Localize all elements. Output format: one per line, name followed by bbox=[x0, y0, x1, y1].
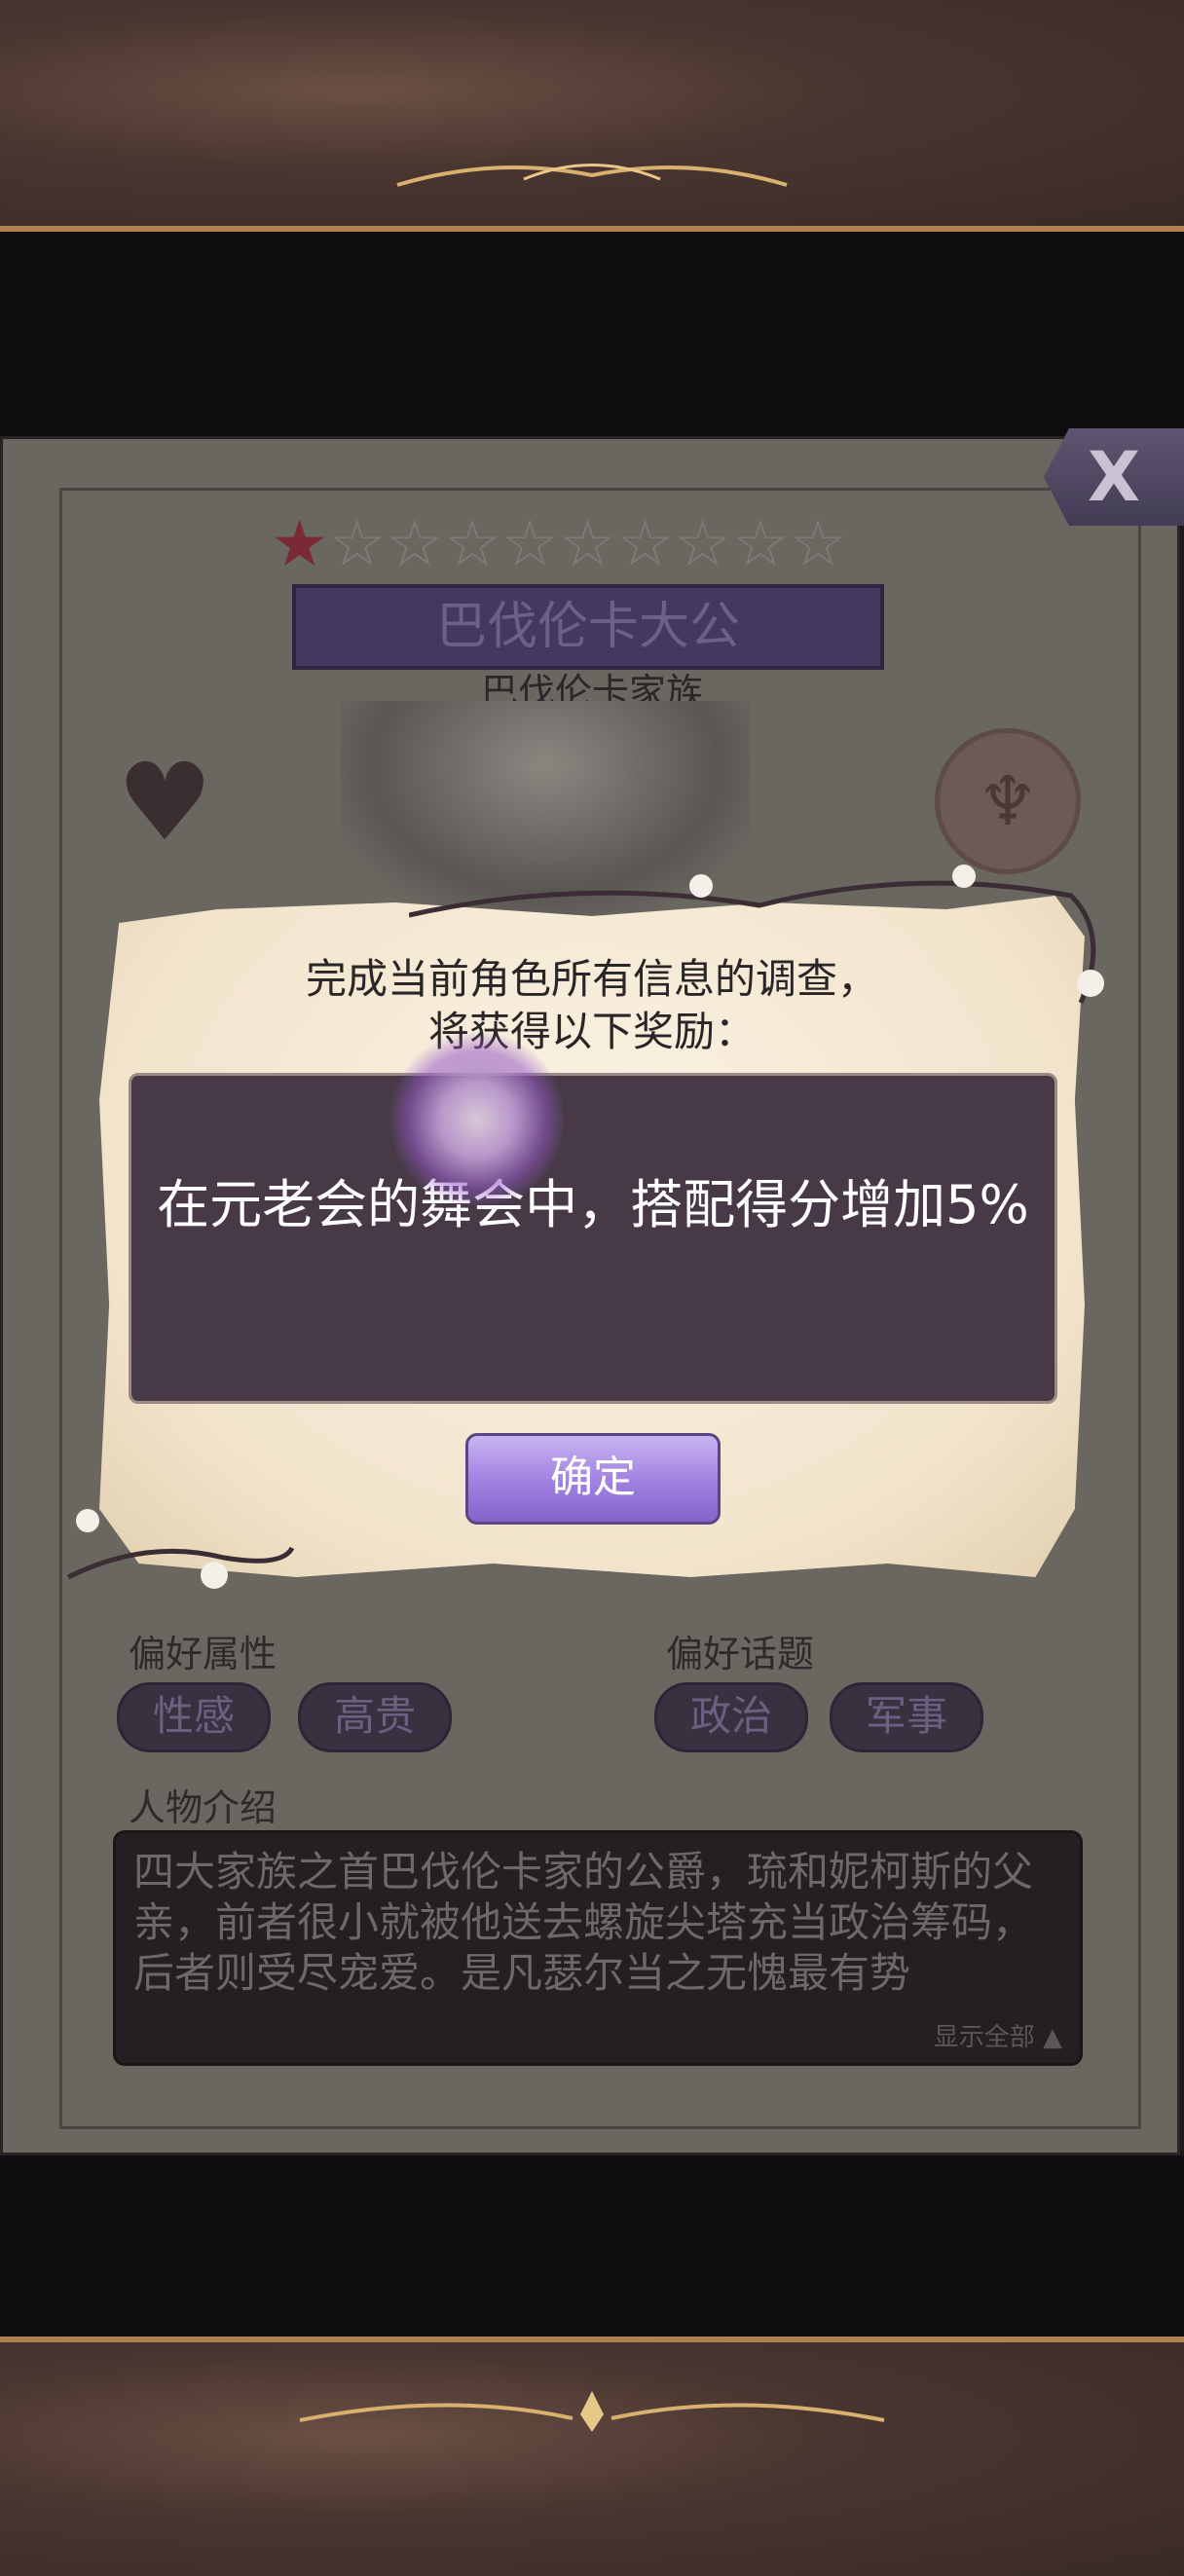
intro-text: 四大家族之首巴伐伦卡家的公爵，琉和妮柯斯的父亲，前者很小就被他送去螺旋尖塔充当政… bbox=[133, 1848, 1034, 1997]
bottom-frame bbox=[0, 2337, 1184, 2576]
reward-box: 在元老会的舞会中，搭配得分增加5% bbox=[129, 1073, 1057, 1404]
rose-icon bbox=[389, 1032, 565, 1207]
topic-label: 偏好话题 bbox=[666, 1633, 815, 1675]
show-all-link[interactable]: 显示全部 ▲ bbox=[934, 2017, 1062, 2053]
confirm-button[interactable]: 确定 bbox=[465, 1433, 721, 1525]
reward-text: 在元老会的舞会中，搭配得分增加5% bbox=[157, 1174, 1029, 1235]
dialog-line-1: 完成当前角色所有信息的调查， bbox=[305, 955, 878, 1003]
character-name: 巴伐伦卡大公 bbox=[292, 584, 884, 670]
intro-label: 人物介绍 bbox=[129, 1786, 278, 1829]
wing-emblem-icon: ♆ bbox=[935, 728, 1081, 874]
top-dark-band bbox=[0, 232, 1184, 436]
star-rating: ★☆☆☆☆☆☆☆☆☆ bbox=[271, 506, 847, 581]
rose-vine-icon bbox=[66, 1509, 295, 1589]
topic-tag: 政治 bbox=[654, 1682, 808, 1752]
bottom-dark-band bbox=[0, 2155, 1184, 2337]
dialog-line-2: 将获得以下奖励： bbox=[427, 1008, 756, 1055]
ornament-icon bbox=[396, 164, 788, 187]
ornament-icon bbox=[299, 2391, 885, 2432]
star-empty-icons: ☆☆☆☆☆☆☆☆☆ bbox=[328, 506, 847, 581]
attribute-tag: 性感 bbox=[117, 1682, 271, 1752]
attribute-tag: 高贵 bbox=[298, 1682, 452, 1752]
intro-box: 四大家族之首巴伐伦卡家的公爵，琉和妮柯斯的父亲，前者很小就被他送去螺旋尖塔充当政… bbox=[113, 1830, 1083, 2066]
star-filled-icon: ★ bbox=[271, 506, 329, 581]
devil-heart-icon: ♥ bbox=[117, 740, 213, 865]
close-button[interactable]: X bbox=[1044, 428, 1184, 526]
topic-tag: 军事 bbox=[830, 1682, 983, 1752]
top-frame bbox=[0, 0, 1184, 232]
attribute-label: 偏好属性 bbox=[129, 1633, 278, 1675]
